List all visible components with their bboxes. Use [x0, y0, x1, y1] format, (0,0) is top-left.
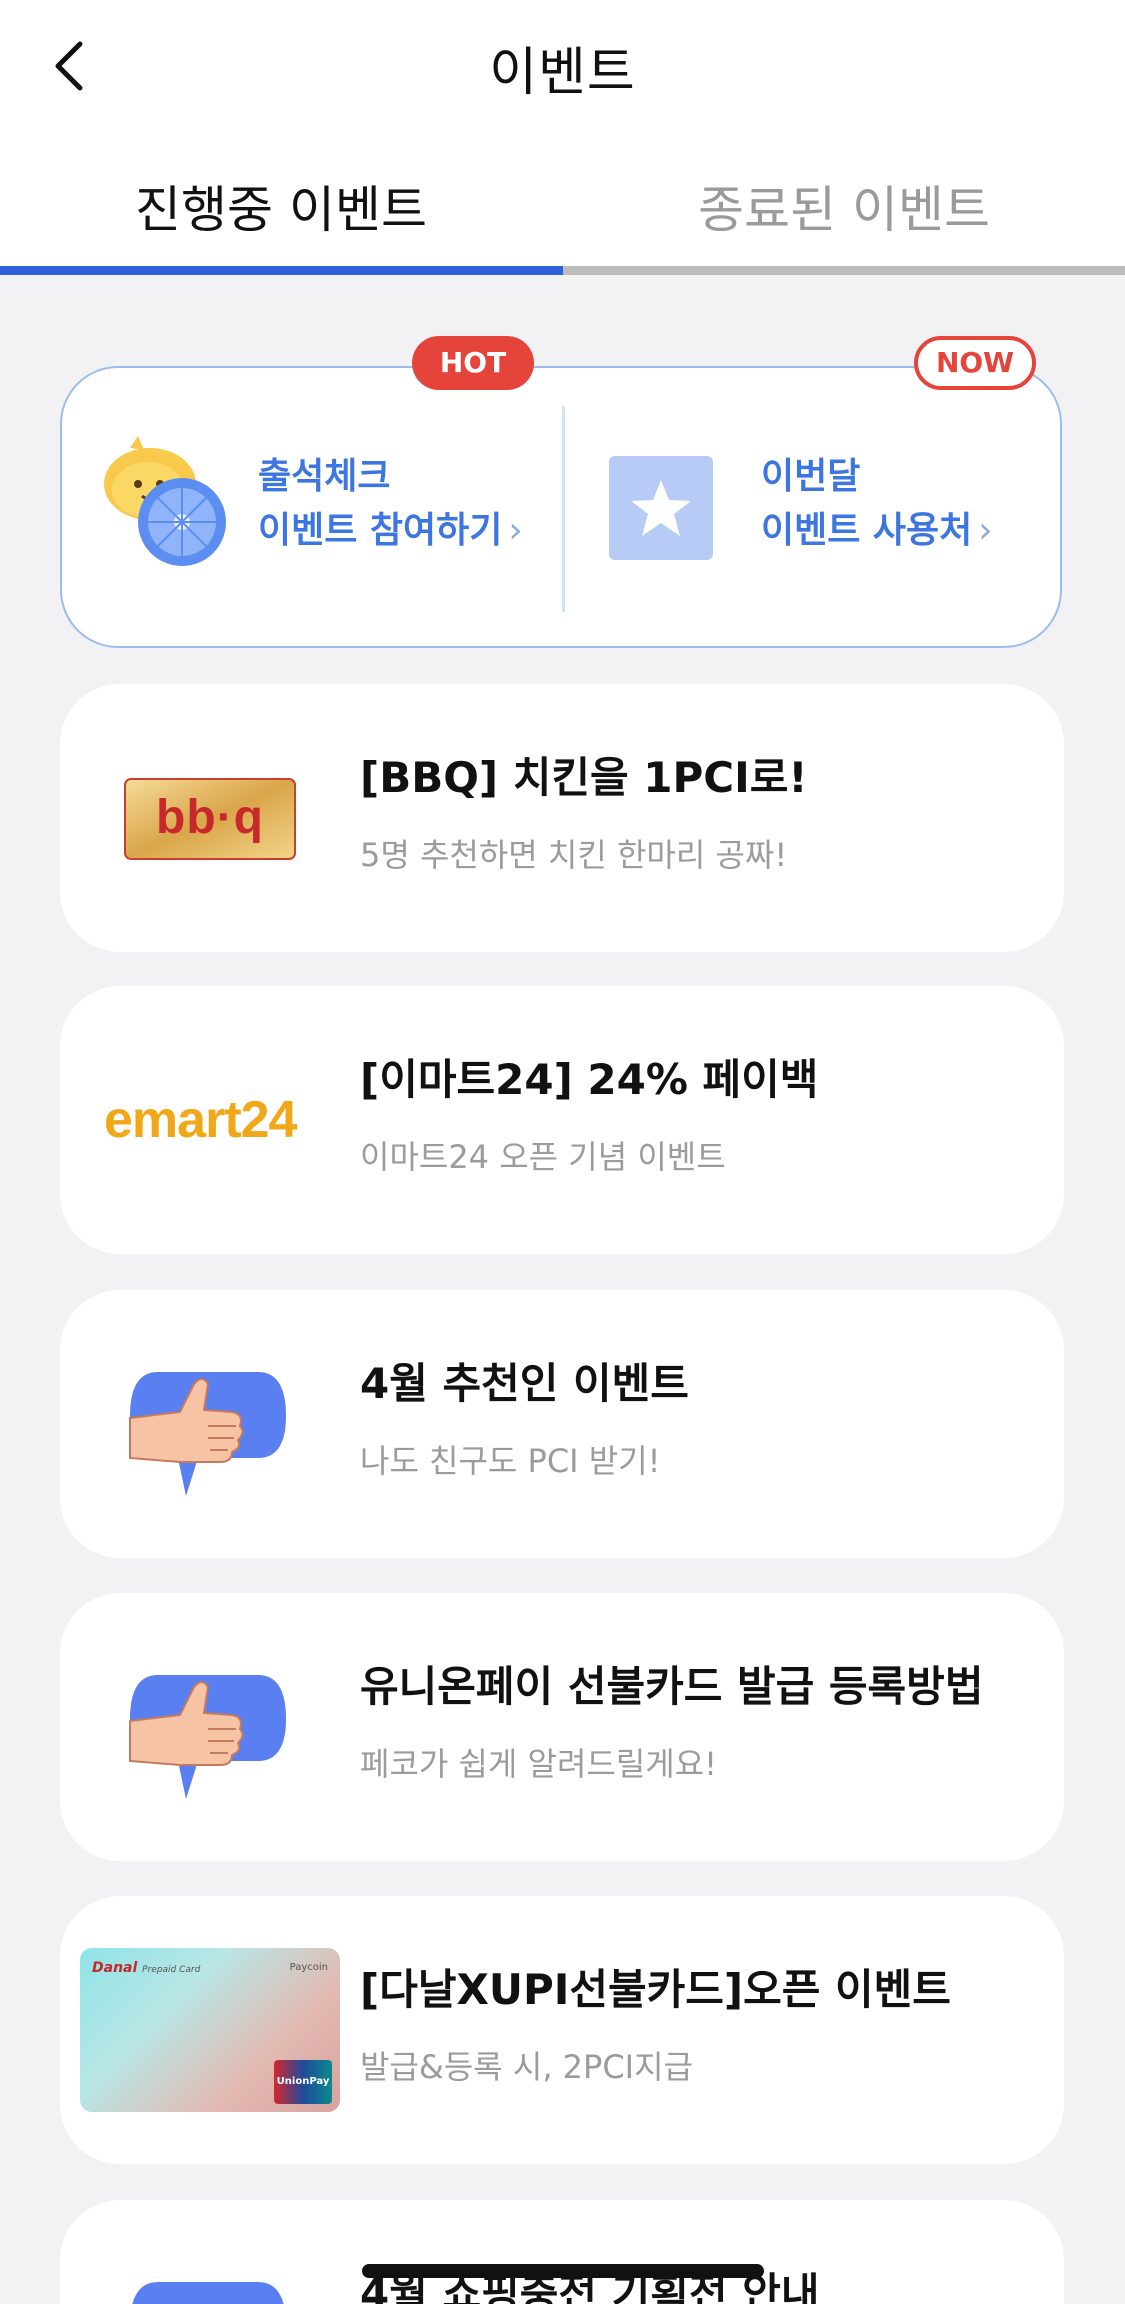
event-card-emart24[interactable]: emart24 [이마트24] 24% 페이백 이마트24 오픈 기념 이벤트 [60, 986, 1064, 1254]
quick-links-card: 출석체크 이벤트 참여하기 › 이번달 이벤트 사용처 › [60, 366, 1062, 648]
inactive-tab-indicator [563, 266, 1125, 275]
mascot-icon [104, 436, 226, 566]
event-card-danal-upi[interactable]: Danal Prepaid Card Paycoin UnionPay [다날X… [60, 1896, 1064, 2164]
event-card-referral[interactable]: 4월 추천인 이벤트 나도 친구도 PCI 받기! [60, 1290, 1064, 1558]
event-title: [다날XUPI선불카드]오픈 이벤트 [360, 1965, 951, 2014]
tab-ongoing-events[interactable]: 진행중 이벤트 [0, 170, 562, 242]
event-subtitle: 발급&등록 시, 2PCI지급 [360, 2048, 693, 2086]
monthly-line1: 이번달 [761, 456, 861, 497]
event-card-bbq[interactable]: bb·q [BBQ] 치킨을 1PCI로! 5명 추천하면 치킨 한마리 공짜! [60, 684, 1064, 952]
event-subtitle: 나도 친구도 PCI 받기! [360, 1442, 661, 1480]
star-icon [609, 456, 713, 560]
app-header: 이벤트 [0, 0, 1125, 140]
active-tab-indicator [0, 266, 563, 275]
tab-ended-events[interactable]: 종료된 이벤트 [563, 170, 1125, 242]
event-card-shopping[interactable]: 4월 쇼핑충전 기획전 안내 [60, 2200, 1064, 2304]
bbq-logo: bb·q [124, 778, 296, 864]
attendance-line2: 이벤트 참여하기 [258, 510, 503, 551]
event-subtitle: 5명 추천하면 치킨 한마리 공짜! [360, 836, 788, 874]
event-title: 유니온페이 선불카드 발급 등록방법 [360, 1662, 984, 1711]
thumbs-up-icon [129, 1675, 286, 1799]
chevron-right-icon: › [978, 510, 993, 551]
event-subtitle: 이마트24 오픈 기념 이벤트 [360, 1138, 726, 1176]
thumbs-up-icon [129, 1372, 286, 1496]
attendance-line1: 출석체크 [258, 456, 391, 497]
card-paycoin-label: Paycoin [289, 1962, 328, 1973]
monthly-partners-link[interactable]: 이번달 이벤트 사용처 › [565, 368, 1062, 646]
event-title: 4월 추천인 이벤트 [360, 1359, 689, 1408]
event-subtitle: 페코가 쉽게 알려드릴게요! [360, 1745, 718, 1783]
chevron-right-icon: › [508, 510, 523, 551]
event-card-unionpay-guide[interactable]: 유니온페이 선불카드 발급 등록방법 페코가 쉽게 알려드릴게요! [60, 1593, 1064, 1861]
unionpay-logo: UnionPay [274, 2060, 332, 2104]
event-title: [이마트24] 24% 페이백 [360, 1055, 819, 1104]
attendance-check-link[interactable]: 출석체크 이벤트 참여하기 › [62, 368, 562, 646]
now-badge: NOW [914, 336, 1036, 390]
card-brand: Danal [92, 1960, 138, 1976]
prepaid-card-image: Danal Prepaid Card Paycoin UnionPay [80, 1948, 340, 2112]
card-sub-label: Prepaid Card [142, 1965, 201, 1975]
thumbs-up-icon [132, 2282, 284, 2304]
monthly-line2: 이벤트 사용처 [761, 510, 973, 551]
emart24-logo: emart24 [104, 1091, 297, 1149]
home-indicator [362, 2264, 764, 2278]
page-title: 이벤트 [489, 43, 636, 103]
tab-bar: 진행중 이벤트 종료된 이벤트 [0, 140, 1125, 275]
hot-badge: HOT [412, 336, 534, 390]
event-title: [BBQ] 치킨을 1PCI로! [360, 753, 808, 802]
